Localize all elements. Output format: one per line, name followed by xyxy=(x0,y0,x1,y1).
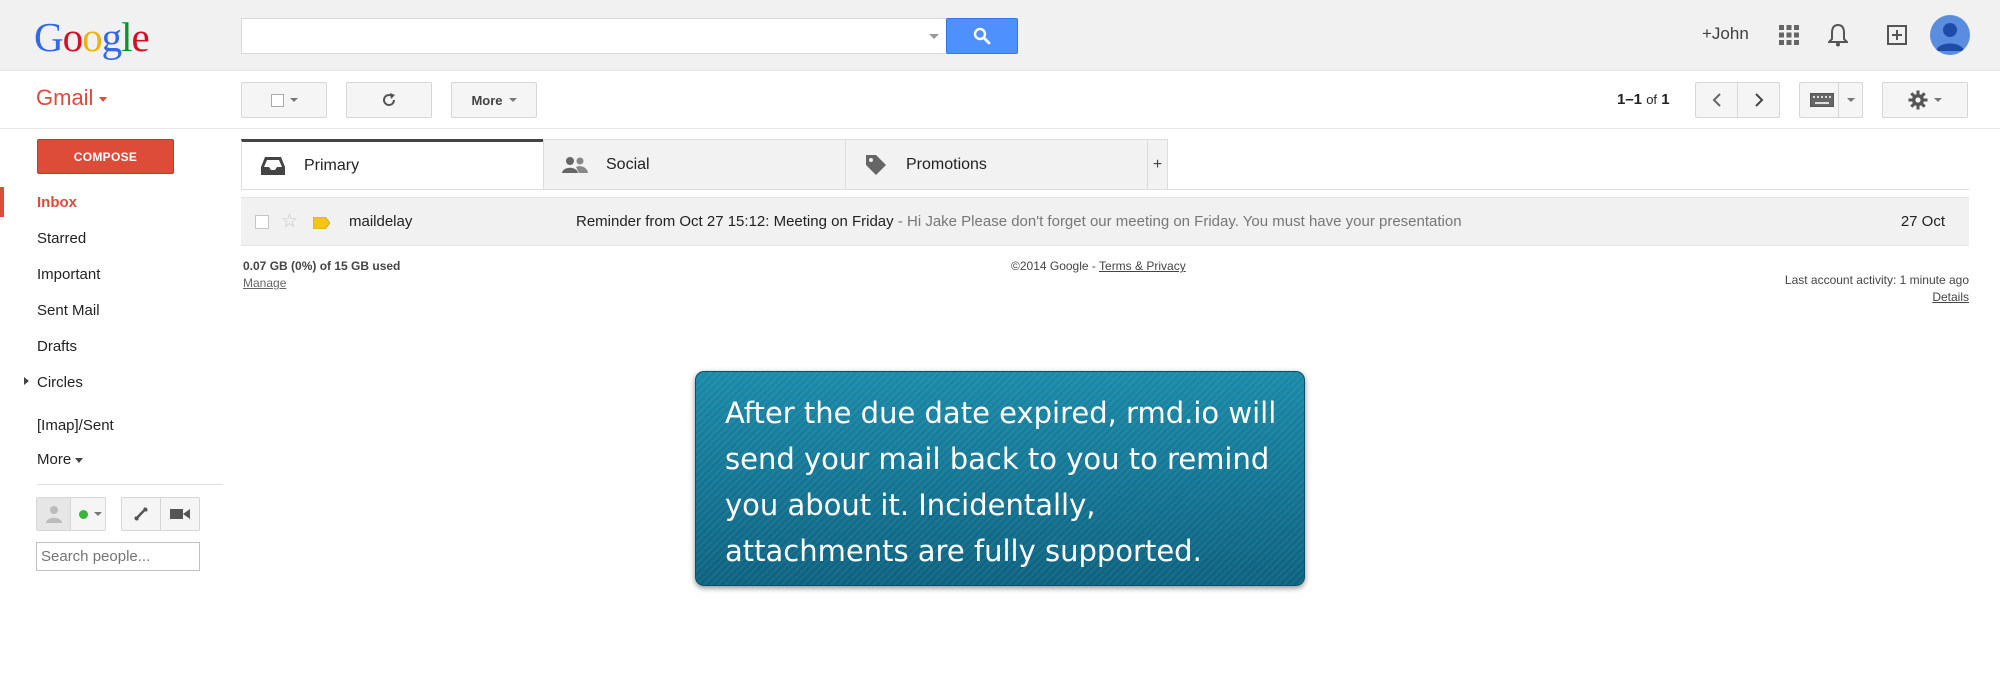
storage-usage: 0.07 GB (0%) of 15 GB used xyxy=(243,259,401,273)
pager-total: 1 xyxy=(1661,91,1670,108)
apps-grid-icon[interactable] xyxy=(1772,18,1806,52)
logo-letter: l xyxy=(121,14,132,60)
chevron-down-icon xyxy=(1934,98,1942,102)
compose-button[interactable]: COMPOSE xyxy=(37,139,174,174)
sidebar-more-toggle[interactable]: More xyxy=(37,451,84,468)
sidebar-item-inbox[interactable]: Inbox xyxy=(37,194,77,211)
refresh-icon xyxy=(383,93,396,106)
tab-promotions[interactable]: Promotions xyxy=(845,139,1148,190)
search-icon xyxy=(973,27,991,45)
avatar-icon xyxy=(1936,23,1964,51)
settings-button[interactable] xyxy=(1882,82,1968,118)
mail-sender: maildelay xyxy=(349,213,413,230)
chevron-right-icon xyxy=(1754,93,1763,107)
sidebar-item-sent-mail[interactable]: Sent Mail xyxy=(37,302,100,319)
chat-status-button[interactable] xyxy=(36,497,106,531)
bell-icon[interactable] xyxy=(1821,18,1855,52)
checkbox-icon xyxy=(270,93,284,107)
phone-icon xyxy=(134,507,148,521)
tab-social[interactable]: Social xyxy=(543,139,846,190)
older-button[interactable] xyxy=(1737,82,1780,118)
logo-letter: o xyxy=(62,14,83,60)
mail-subject-line: Reminder from Oct 27 15:12: Meeting on F… xyxy=(576,213,1462,230)
chevron-down-icon xyxy=(1846,98,1855,102)
online-status-icon xyxy=(79,509,88,519)
expand-circles-icon[interactable] xyxy=(24,377,29,385)
importance-marker-icon[interactable] xyxy=(312,216,331,233)
chevron-left-icon xyxy=(1712,93,1721,107)
activity-details-link[interactable]: Details xyxy=(1932,290,1969,304)
voice-call-button[interactable] xyxy=(121,497,161,531)
chevron-down-icon xyxy=(508,98,517,102)
gear-icon xyxy=(1908,90,1928,110)
price-tag-icon xyxy=(864,153,888,177)
chevron-down-icon xyxy=(94,512,102,516)
select-checkbox-button[interactable] xyxy=(241,82,327,118)
mail-snippet: - Hi Jake Please don't forget our meetin… xyxy=(893,213,1462,230)
gmail-label: Gmail xyxy=(36,85,94,110)
tab-social-label: Social xyxy=(606,155,650,173)
sidebar-item-circles[interactable]: Circles xyxy=(37,374,83,391)
callout-text: After the due date expired, rmd.io will … xyxy=(725,396,1277,568)
copyright: ©2014 Google - Terms & Privacy xyxy=(1011,259,1186,273)
logo-letter: e xyxy=(131,14,150,60)
last-account-activity: Last account activity: 1 minute ago xyxy=(1784,273,1969,287)
video-camera-icon xyxy=(170,509,190,519)
sidebar-item-imap-sent[interactable]: [Imap]/Sent xyxy=(37,417,114,434)
pagination-count: 1–1 of 1 xyxy=(1617,91,1670,108)
newer-button[interactable] xyxy=(1695,82,1738,118)
sidebar-item-starred[interactable]: Starred xyxy=(37,230,86,247)
google-logo[interactable]: Google xyxy=(34,14,150,60)
video-call-button[interactable] xyxy=(160,497,200,531)
active-folder-indicator xyxy=(0,187,4,217)
pager-of: of xyxy=(1646,92,1658,107)
search-people-input[interactable] xyxy=(36,542,200,571)
tab-primary[interactable]: Primary xyxy=(241,139,544,190)
keyboard-icon xyxy=(1810,93,1834,107)
sidebar-more-label: More xyxy=(37,451,72,468)
feature-callout: After the due date expired, rmd.io will … xyxy=(695,371,1305,586)
logo-letter: o xyxy=(82,14,102,60)
mail-date: 27 Oct xyxy=(1900,213,1945,230)
chevron-down-icon xyxy=(99,96,108,102)
more-actions-button[interactable]: More xyxy=(451,82,537,118)
top-bar: Google +John xyxy=(0,0,2000,71)
sidebar-item-important[interactable]: Important xyxy=(37,266,100,283)
input-tools-dropdown[interactable] xyxy=(1838,82,1863,118)
toolbar: Gmail More 1–1 of 1 xyxy=(0,71,2000,129)
chevron-down-icon xyxy=(289,98,298,102)
table-row[interactable]: ☆ maildelay Reminder from Oct 27 15:12: … xyxy=(241,197,1969,246)
star-icon[interactable]: ☆ xyxy=(281,210,298,233)
chat-avatar-icon xyxy=(37,498,71,530)
terms-privacy-link[interactable]: Terms & Privacy xyxy=(1099,259,1186,273)
avatar[interactable] xyxy=(1930,15,1970,55)
copyright-text: ©2014 Google - xyxy=(1011,259,1100,273)
people-icon xyxy=(562,156,588,174)
tabs-divider xyxy=(241,189,1969,190)
search-options-caret-icon[interactable] xyxy=(929,34,939,39)
gmail-app-switcher[interactable]: Gmail xyxy=(36,85,108,111)
manage-storage-link[interactable]: Manage xyxy=(243,276,286,290)
logo-letter: G xyxy=(34,14,64,60)
tab-primary-label: Primary xyxy=(304,156,360,174)
logo-letter: g xyxy=(101,14,122,60)
search-button[interactable] xyxy=(946,18,1018,54)
add-tab-button[interactable]: + xyxy=(1147,139,1168,190)
more-actions-label: More xyxy=(471,92,503,108)
sidebar-item-drafts[interactable]: Drafts xyxy=(37,338,77,355)
share-plus-icon[interactable] xyxy=(1880,18,1914,52)
row-checkbox[interactable] xyxy=(255,215,269,229)
user-profile-link[interactable]: +John xyxy=(1702,24,1749,44)
sidebar-divider xyxy=(37,484,223,485)
search-input[interactable] xyxy=(241,18,947,54)
inbox-tray-icon xyxy=(260,156,286,176)
tab-promotions-label: Promotions xyxy=(906,155,987,173)
pager-range: 1–1 xyxy=(1617,91,1643,108)
mail-subject: Reminder from Oct 27 15:12: Meeting on F… xyxy=(576,213,894,230)
chevron-down-icon xyxy=(75,457,84,463)
refresh-button[interactable] xyxy=(346,82,432,118)
